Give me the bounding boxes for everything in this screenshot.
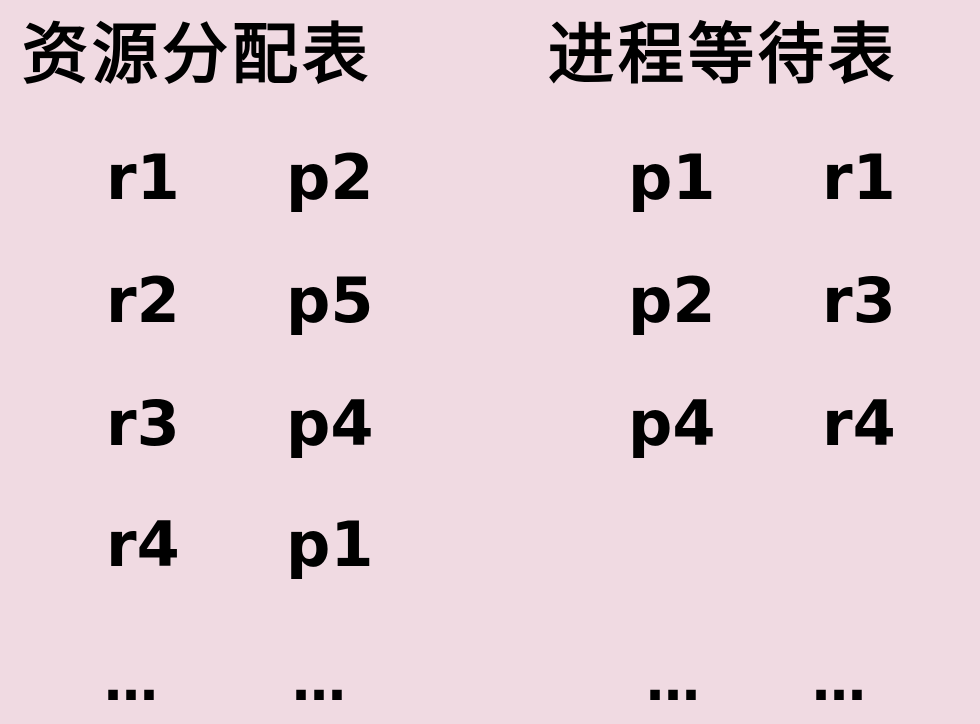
allocation-resource-ellipsis: …: [104, 650, 158, 713]
wait-resource-cell: r4: [822, 387, 896, 460]
wait-process-cell: p1: [628, 141, 716, 214]
wait-resource-cell: r1: [822, 141, 896, 214]
allocation-resource-cell: r4: [106, 508, 180, 581]
allocation-resource-cell: r2: [106, 264, 180, 337]
wait-process-cell: p2: [628, 264, 716, 337]
allocation-process-ellipsis: …: [292, 650, 346, 713]
allocation-resource-cell: r3: [106, 387, 180, 460]
allocation-process-cell: p4: [286, 387, 374, 460]
allocation-process-cell: p2: [286, 141, 374, 214]
allocation-resource-cell: r1: [106, 141, 180, 214]
wait-process-cell: p4: [628, 387, 716, 460]
allocation-table-title: 资源分配表: [22, 15, 372, 93]
allocation-process-cell: p5: [286, 264, 374, 337]
wait-resource-ellipsis: …: [812, 650, 866, 713]
wait-resource-cell: r3: [822, 264, 896, 337]
wait-table-title: 进程等待表: [548, 15, 898, 93]
wait-process-ellipsis: …: [646, 650, 700, 713]
allocation-process-cell: p1: [286, 508, 374, 581]
